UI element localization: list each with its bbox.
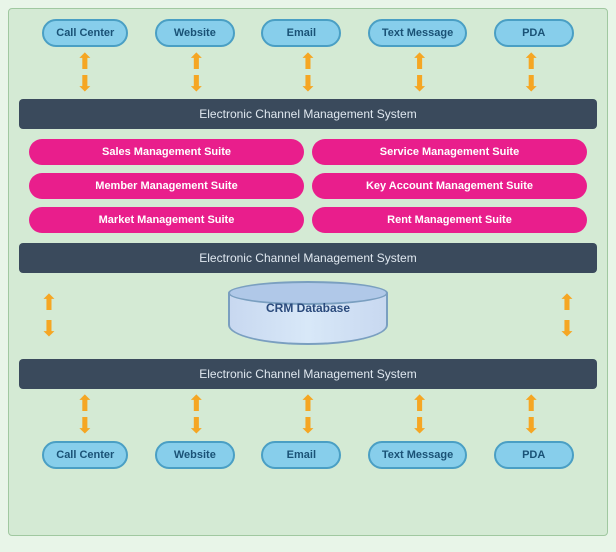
arrow-4: ⬆⬇ (405, 51, 435, 95)
b-arrow-4: ⬆⬇ (405, 393, 435, 437)
bottom-email: Email (261, 441, 341, 469)
bottom-arrow-row: ⬆⬇ ⬆⬇ ⬆⬇ ⬆⬇ ⬆⬇ (19, 393, 597, 437)
ecms-bar-1: Electronic Channel Management System (19, 99, 597, 129)
bottom-channel-row: Call Center Website Email Text Message P… (19, 441, 597, 469)
main-container: Call Center Website Email Text Message P… (8, 8, 608, 536)
suite-member: Member Management Suite (29, 173, 304, 199)
ecms-bar-2: Electronic Channel Management System (19, 243, 597, 273)
middle-section: ⬆⬇ CRM Database ⬆⬇ (19, 277, 597, 355)
b-arrow-1: ⬆⬇ (70, 393, 100, 437)
arrow-5: ⬆⬇ (516, 51, 546, 95)
suite-key-account: Key Account Management Suite (312, 173, 587, 199)
crm-label: CRM Database (266, 301, 350, 315)
suite-market: Market Management Suite (29, 207, 304, 233)
top-email: Email (261, 19, 341, 47)
top-website: Website (155, 19, 235, 47)
b-arrow-3: ⬆⬇ (293, 393, 323, 437)
suite-rent: Rent Management Suite (312, 207, 587, 233)
ecms-bar-3: Electronic Channel Management System (19, 359, 597, 389)
mid-arrow-left: ⬆⬇ (19, 290, 79, 342)
b-arrow-2: ⬆⬇ (181, 393, 211, 437)
crm-db-wrapper: CRM Database (79, 281, 537, 351)
suite-grid: Sales Management Suite Service Managemen… (19, 133, 597, 239)
suite-sales: Sales Management Suite (29, 139, 304, 165)
crm-database: CRM Database (228, 281, 388, 351)
top-text-message: Text Message (368, 19, 467, 47)
bottom-pda: PDA (494, 441, 574, 469)
suite-service: Service Management Suite (312, 139, 587, 165)
arrow-2: ⬆⬇ (181, 51, 211, 95)
arrow-3: ⬆⬇ (293, 51, 323, 95)
arrow-1: ⬆⬇ (70, 51, 100, 95)
top-channel-row: Call Center Website Email Text Message P… (19, 19, 597, 47)
top-call-center: Call Center (42, 19, 128, 47)
top-pda: PDA (494, 19, 574, 47)
bottom-website: Website (155, 441, 235, 469)
mid-arrow-right: ⬆⬇ (537, 290, 597, 342)
bottom-text-message: Text Message (368, 441, 467, 469)
b-arrow-5: ⬆⬇ (516, 393, 546, 437)
bottom-call-center: Call Center (42, 441, 128, 469)
top-arrow-row: ⬆⬇ ⬆⬇ ⬆⬇ ⬆⬇ ⬆⬇ (19, 51, 597, 95)
